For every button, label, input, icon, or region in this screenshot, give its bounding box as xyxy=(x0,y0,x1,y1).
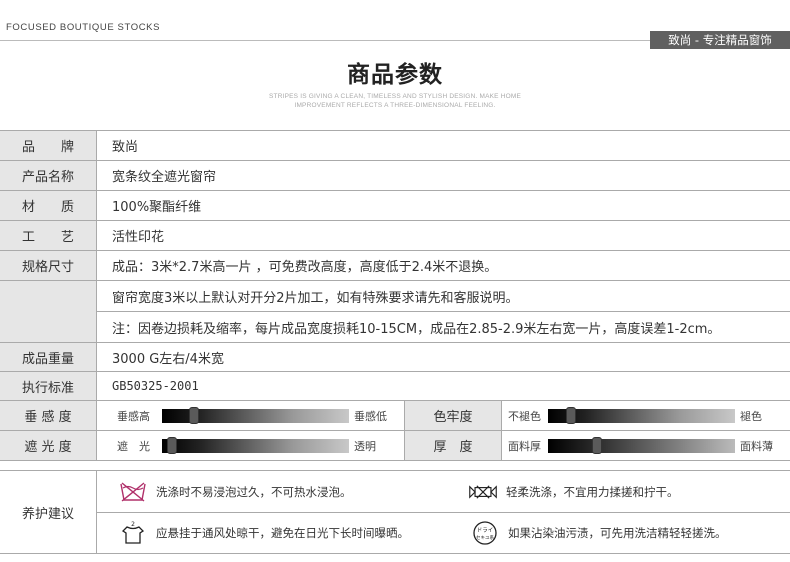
material-value: 100%聚酯纤维 xyxy=(112,200,202,215)
weight-value: 3000 G左右/4米宽 xyxy=(112,351,224,367)
standard-label: 执行标准 xyxy=(0,372,97,400)
care-section: 养护建议 洗涤时不易浸泡过久，不可热水浸泡。 轻柔洗涤，不宜用力揉搓和拧干。 2… xyxy=(0,470,790,554)
craft-label: 工 艺 xyxy=(0,221,97,250)
thickness-gradient-bar xyxy=(548,439,735,453)
fastness-left-label: 不褪色 xyxy=(508,409,541,423)
fastness-gradient-bar xyxy=(548,409,735,423)
no-wring-icon xyxy=(468,480,498,504)
brand-label: 品 牌 xyxy=(0,131,97,160)
header-eng-tag: FOCUSED BOUTIQUE STOCKS xyxy=(6,22,161,33)
no-soak-icon xyxy=(118,480,148,504)
name-value: 宽条纹全遮光窗帘 xyxy=(112,170,217,185)
fastness-right-label: 褪色 xyxy=(740,409,762,423)
drape-right-label: 垂感低 xyxy=(354,409,387,423)
spec-line3: 注：因卷边损耗及缩率，每片成品宽度损耗10-15CM，成品在2.85-2.9米左… xyxy=(112,322,721,337)
row-weight: 成品重量 3000 G左右/4米宽 xyxy=(0,343,790,372)
row-standard: 执行标准 GB50325-2001 xyxy=(0,372,790,401)
hang-dry-icon: 2 xyxy=(118,521,148,545)
brand-tab: 致尚 - 专注精品窗饰 xyxy=(650,31,790,49)
care-item-3: 2 应悬挂于通风处晾干，避免在日光下长时间曝晒。 xyxy=(118,520,409,546)
subtitle-line2: IMPROVEMENT REFLECTS A THREE-DIMENSIONAL… xyxy=(294,102,496,109)
spec-line1: 成品：3米*2.7米高一片 ，可免费改高度，高度低于2.4米不退换。 xyxy=(112,260,498,275)
material-label: 材 质 xyxy=(0,191,97,220)
spec-label: 规格尺寸 xyxy=(0,251,97,280)
spec-line2: 窗帘宽度3米以上默认对开分2片加工，如有特殊要求请先和客服说明。 xyxy=(112,290,519,306)
care-item-1: 洗涤时不易浸泡过久，不可热水浸泡。 xyxy=(118,479,352,505)
care-text-2: 轻柔洗涤，不宜用力揉搓和拧干。 xyxy=(506,485,679,499)
spec-extra-label xyxy=(0,281,97,342)
dry-clean-icon: ドライ セキユ系 xyxy=(470,521,500,545)
thickness-right-label: 面料薄 xyxy=(740,439,773,453)
page-title: 商品参数 xyxy=(347,62,443,88)
care-item-4: ドライ セキユ系 如果沾染油污渍，可先用洗洁精轻轻搓洗。 xyxy=(470,520,727,546)
drape-left-label: 垂感高 xyxy=(117,409,150,423)
row-material: 材 质 100%聚酯纤维 xyxy=(0,191,790,221)
care-text-4: 如果沾染油污渍，可先用洗洁精轻轻搓洗。 xyxy=(508,526,727,540)
row-brand: 品 牌 致尚 xyxy=(0,131,790,161)
slider-divider-right-2 xyxy=(501,431,502,460)
care-row-divider xyxy=(97,512,790,513)
row-name: 产品名称 宽条纹全遮光窗帘 xyxy=(0,161,790,191)
standard-value: GB50325-2001 xyxy=(112,379,199,393)
row-shading-thickness: 遮 光 度 遮 光 透明 厚 度 面料厚 面料薄 xyxy=(0,431,790,461)
care-label: 养护建议 xyxy=(0,471,97,553)
care-item-2: 轻柔洗涤，不宜用力揉搓和拧干。 xyxy=(468,479,679,505)
svg-text:2: 2 xyxy=(131,521,135,528)
care-text-1: 洗涤时不易浸泡过久，不可热水浸泡。 xyxy=(156,485,352,499)
row-drape-fastness: 垂 感 度 垂感高 垂感低 色牢度 不褪色 褪色 xyxy=(0,401,790,431)
shading-knob xyxy=(167,437,178,454)
row-spec: 规格尺寸 成品：3米*2.7米高一片 ，可免费改高度，高度低于2.4米不退换。 xyxy=(0,251,790,281)
slider-divider-right xyxy=(501,401,502,430)
shading-label: 遮 光 度 xyxy=(0,431,97,460)
care-text-3: 应悬挂于通风处晾干，避免在日光下长时间曝晒。 xyxy=(156,526,409,540)
shading-right-label: 透明 xyxy=(354,439,376,453)
fastness-label: 色牢度 xyxy=(405,401,501,430)
fastness-knob xyxy=(565,407,576,424)
svg-text:セキユ系: セキユ系 xyxy=(476,534,494,541)
thickness-left-label: 面料厚 xyxy=(508,439,541,453)
header-divider xyxy=(0,40,650,41)
row-craft: 工 艺 活性印花 xyxy=(0,221,790,251)
weight-label: 成品重量 xyxy=(0,343,97,371)
brand-value: 致尚 xyxy=(112,140,139,155)
params-table: 品 牌 致尚 产品名称 宽条纹全遮光窗帘 材 质 100%聚酯纤维 工 艺 活性… xyxy=(0,130,790,461)
drape-label: 垂 感 度 xyxy=(0,401,97,430)
thickness-label: 厚 度 xyxy=(405,431,501,460)
name-label: 产品名称 xyxy=(0,161,97,190)
craft-value: 活性印花 xyxy=(112,230,165,245)
thickness-knob xyxy=(592,437,603,454)
svg-text:ドライ: ドライ xyxy=(477,527,494,534)
drape-knob xyxy=(188,407,199,424)
row-spec-extra: 窗帘宽度3米以上默认对开分2片加工，如有特殊要求请先和客服说明。 注：因卷边损耗… xyxy=(0,281,790,343)
shading-left-label: 遮 光 xyxy=(117,439,150,453)
shading-gradient-bar xyxy=(162,439,349,453)
subtitle-line1: STRIPES IS GIVING A CLEAN, TIMELESS AND … xyxy=(269,93,521,100)
